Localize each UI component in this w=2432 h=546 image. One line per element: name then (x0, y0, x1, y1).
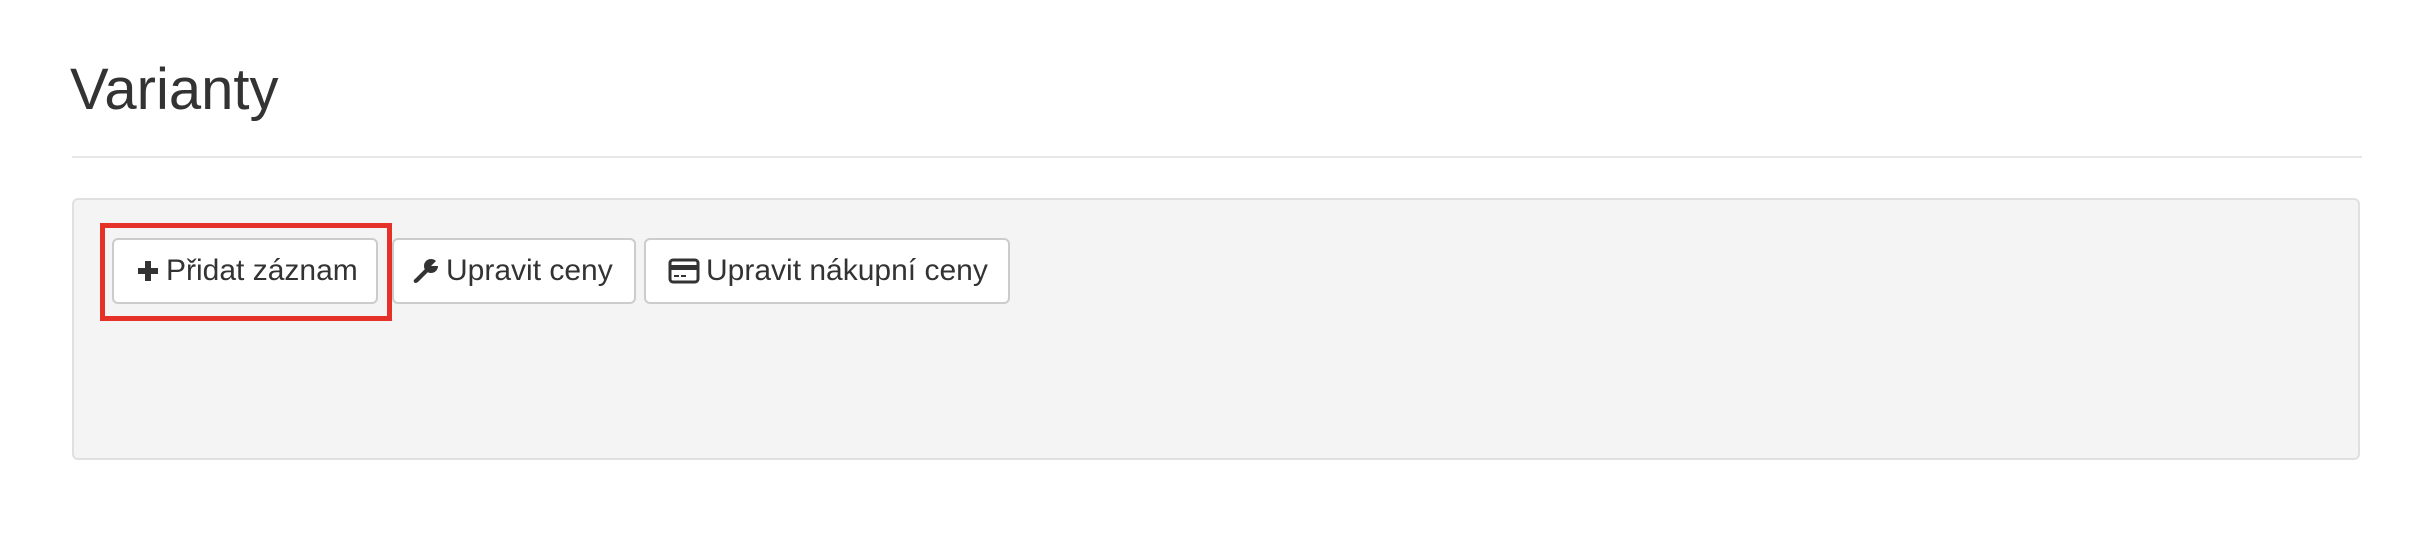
edit-purchase-prices-button[interactable]: Upravit nákupní ceny (644, 238, 1010, 304)
edit-purchase-prices-label: Upravit nákupní ceny (706, 254, 988, 287)
add-record-button[interactable]: Přidat záznam (112, 238, 378, 304)
wrench-icon (412, 257, 440, 285)
add-record-label: Přidat záznam (166, 254, 358, 287)
edit-prices-label: Upravit ceny (446, 254, 613, 287)
page-title: Varianty (70, 57, 279, 122)
credit-card-icon (668, 258, 700, 284)
edit-prices-button[interactable]: Upravit ceny (392, 238, 636, 304)
plus-icon (136, 259, 160, 283)
title-divider (72, 156, 2362, 158)
